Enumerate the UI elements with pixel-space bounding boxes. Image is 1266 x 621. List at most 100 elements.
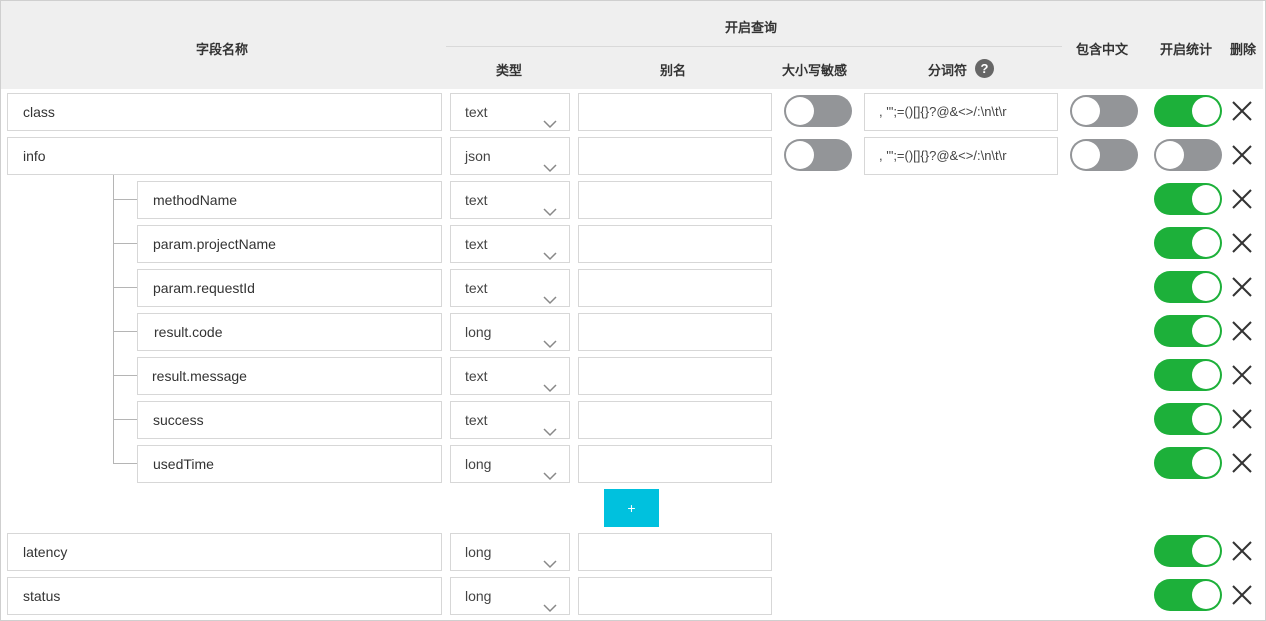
toggle-knob [786,141,814,169]
field-row: result.message text [0,353,1266,397]
header-type: 类型 [496,63,523,78]
field-row: param.projectName text [0,221,1266,265]
case-sensitive-toggle[interactable] [784,139,852,171]
enable-stats-toggle[interactable] [1154,183,1222,215]
tree-connector-horizontal [113,419,137,420]
close-icon[interactable] [1231,452,1253,474]
tree-connector-horizontal [113,463,137,464]
enable-stats-toggle[interactable] [1154,579,1222,611]
toggle-knob [1192,185,1220,213]
header-field-name: 字段名称 [196,42,249,57]
type-select-value: json [465,148,491,164]
alias-input[interactable] [578,401,772,439]
type-select[interactable]: long [450,445,570,483]
question-circle-icon[interactable]: ? [975,59,994,78]
type-select-value: text [465,368,488,384]
field-name-input[interactable]: param.projectName [137,225,442,263]
header-tokenizer: 分词符 [928,63,968,78]
field-name-input[interactable]: status [7,577,442,615]
tree-connector-horizontal [113,287,137,288]
header-enable-stats: 开启统计 [1160,42,1213,57]
enable-stats-toggle[interactable] [1154,227,1222,259]
type-select[interactable]: text [450,357,570,395]
close-icon[interactable] [1231,320,1253,342]
add-subfield-button[interactable]: + [604,489,659,527]
close-icon[interactable] [1231,144,1253,166]
type-select-value: text [465,280,488,296]
type-select[interactable]: text [450,225,570,263]
field-name-input[interactable]: class [7,93,442,131]
type-select[interactable]: json [450,137,570,175]
enable-stats-toggle[interactable] [1154,403,1222,435]
enable-stats-toggle[interactable] [1154,315,1222,347]
alias-input[interactable] [578,269,772,307]
enable-stats-toggle[interactable] [1154,359,1222,391]
tree-connector-horizontal [113,375,137,376]
alias-input[interactable] [578,313,772,351]
field-row: info json , '";=()[]{}?@&<>/:\n\t\r [0,133,1266,177]
chevron-down-icon [543,106,557,129]
close-icon[interactable] [1231,232,1253,254]
field-name-input[interactable]: result.message [137,357,442,395]
field-name-input[interactable]: info [7,137,442,175]
close-icon[interactable] [1231,584,1253,606]
type-select[interactable]: text [450,401,570,439]
type-select[interactable]: text [450,93,570,131]
chevron-down-icon [543,458,557,481]
close-icon[interactable] [1231,188,1253,210]
field-name-input[interactable]: methodName [137,181,442,219]
toggle-knob [1192,405,1220,433]
tokenizer-input[interactable]: , '";=()[]{}?@&<>/:\n\t\r [864,93,1058,131]
type-select-value: long [465,456,492,472]
include-chinese-toggle[interactable] [1070,139,1138,171]
alias-input[interactable] [578,225,772,263]
close-icon[interactable] [1231,408,1253,430]
enable-stats-toggle[interactable] [1154,95,1222,127]
enable-stats-toggle[interactable] [1154,139,1222,171]
field-row: usedTime long [0,441,1266,485]
type-select[interactable]: long [450,313,570,351]
include-chinese-toggle[interactable] [1070,95,1138,127]
enable-stats-toggle[interactable] [1154,271,1222,303]
case-sensitive-toggle[interactable] [784,95,852,127]
chevron-down-icon [543,282,557,305]
alias-input[interactable] [578,93,772,131]
toggle-knob [1192,537,1220,565]
close-icon[interactable] [1231,276,1253,298]
field-name-input[interactable]: latency [7,533,442,571]
toggle-knob [1192,273,1220,301]
alias-input[interactable] [578,137,772,175]
type-select-value: text [465,236,488,252]
alias-input[interactable] [578,577,772,615]
field-name-input[interactable]: success [137,401,442,439]
type-select-value: text [465,412,488,428]
field-name-input[interactable]: result.code [137,313,442,351]
alias-input[interactable] [578,181,772,219]
toggle-knob [1072,141,1100,169]
alias-input[interactable] [578,533,772,571]
type-select[interactable]: long [450,577,570,615]
type-select[interactable]: text [450,269,570,307]
header-query-group: 开启查询 [725,20,778,35]
type-select-value: long [465,544,492,560]
chevron-down-icon [543,238,557,261]
close-icon[interactable] [1231,364,1253,386]
field-row: latency long [0,529,1266,573]
enable-stats-toggle[interactable] [1154,535,1222,567]
field-row: class text , '";=()[]{}?@&<>/:\n\t\r [0,89,1266,133]
tokenizer-input[interactable]: , '";=()[]{}?@&<>/:\n\t\r [864,137,1058,175]
type-select-value: long [465,324,492,340]
field-name-input[interactable]: param.requestId [137,269,442,307]
type-select[interactable]: text [450,181,570,219]
header-delete: 删除 [1230,42,1257,57]
close-icon[interactable] [1231,100,1253,122]
enable-stats-toggle[interactable] [1154,447,1222,479]
alias-input[interactable] [578,357,772,395]
type-select[interactable]: long [450,533,570,571]
field-row: methodName text [0,177,1266,221]
tree-connector-horizontal [113,331,137,332]
close-icon[interactable] [1231,540,1253,562]
field-row: param.requestId text [0,265,1266,309]
alias-input[interactable] [578,445,772,483]
field-name-input[interactable]: usedTime [137,445,442,483]
